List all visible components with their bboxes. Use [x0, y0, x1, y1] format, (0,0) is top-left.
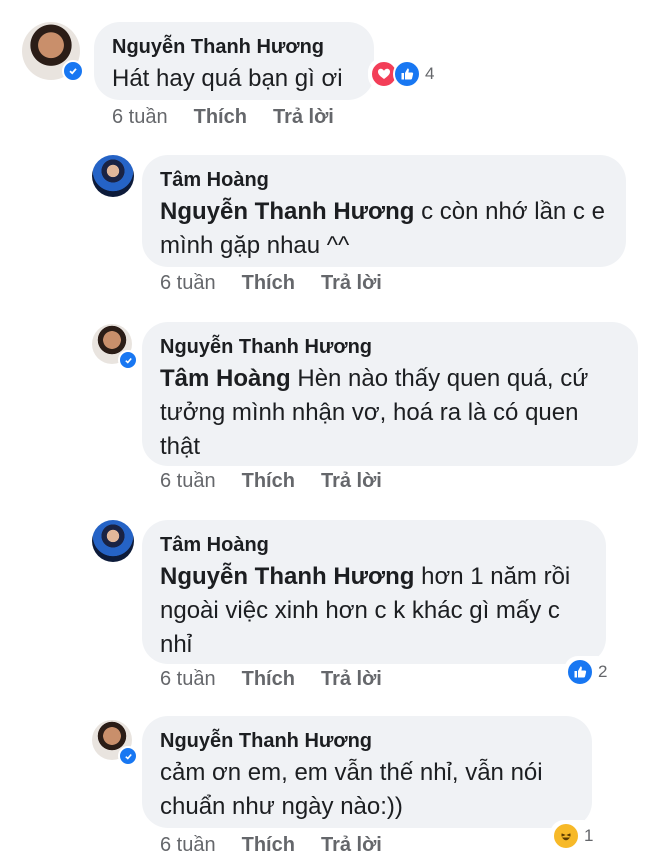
- haha-icon: [552, 822, 580, 850]
- comment-author[interactable]: Nguyễn Thanh Hương: [160, 728, 574, 754]
- comment-time[interactable]: 6 tuần: [160, 668, 216, 691]
- reaction-count: 1: [584, 826, 594, 845]
- comment-author[interactable]: Nguyễn Thanh Hương: [160, 334, 620, 360]
- reply-button[interactable]: Trả lời: [321, 668, 382, 691]
- avatar[interactable]: [92, 520, 134, 562]
- reaction-summary[interactable]: 4: [368, 58, 439, 90]
- avatar[interactable]: [92, 324, 138, 370]
- comment-time[interactable]: 6 tuần: [112, 106, 168, 129]
- verified-badge-icon: [118, 350, 138, 370]
- reaction-count: 2: [598, 662, 608, 681]
- comment-actions: 6 tuần Thích Trả lời: [160, 834, 408, 857]
- comment-bubble: Nguyễn Thanh Hương cảm ơn em, em vẫn thế…: [142, 716, 592, 828]
- comment-text: Nguyễn Thanh Hương hơn 1 năm rồi ngoài v…: [160, 563, 571, 658]
- reaction-summary[interactable]: 1: [550, 820, 598, 852]
- comment-actions: 6 tuần Thích Trả lời: [160, 272, 408, 295]
- comment-text: Tâm Hoàng Hèn nào thấy quen quá, cứ tưởn…: [160, 365, 589, 460]
- reaction-count: 4: [425, 64, 435, 83]
- like-button[interactable]: Thích: [242, 272, 295, 295]
- mention-link[interactable]: Nguyễn Thanh Hương: [160, 198, 414, 225]
- reply-button[interactable]: Trả lời: [273, 106, 334, 129]
- verified-badge-icon: [118, 746, 138, 766]
- comment-bubble: Tâm Hoàng Nguyễn Thanh Hương c còn nhớ l…: [142, 155, 626, 267]
- comment-actions: 6 tuần Thích Trả lời: [112, 106, 360, 129]
- reply-button[interactable]: Trả lời: [321, 470, 382, 493]
- avatar[interactable]: [92, 720, 138, 766]
- comment-text: Hát hay quá bạn gì ơi: [112, 65, 343, 92]
- reply-button[interactable]: Trả lời: [321, 834, 382, 857]
- verified-badge-icon: [62, 60, 84, 82]
- reply-button[interactable]: Trả lời: [321, 272, 382, 295]
- reply-comment: Nguyễn Thanh Hương Tâm Hoàng Hèn nào thấ…: [0, 318, 660, 508]
- comment-text: cảm ơn em, em vẫn thế nhỉ, vẫn nói chuẩn…: [160, 759, 543, 820]
- reaction-summary[interactable]: 2: [564, 656, 612, 688]
- like-button[interactable]: Thích: [242, 470, 295, 493]
- comment-author[interactable]: Tâm Hoàng: [160, 532, 588, 558]
- comment-time[interactable]: 6 tuần: [160, 272, 216, 295]
- comment-actions: 6 tuần Thích Trả lời: [160, 470, 408, 493]
- like-button[interactable]: Thích: [242, 668, 295, 691]
- reply-comment: Nguyễn Thanh Hương cảm ơn em, em vẫn thế…: [0, 712, 660, 867]
- comment-bubble: Tâm Hoàng Nguyễn Thanh Hương hơn 1 năm r…: [142, 520, 606, 664]
- avatar[interactable]: [22, 22, 84, 82]
- reply-comment: Tâm Hoàng Nguyễn Thanh Hương hơn 1 năm r…: [0, 516, 660, 706]
- mention-link[interactable]: Tâm Hoàng: [160, 365, 291, 392]
- comment-actions: 6 tuần Thích Trả lời: [160, 668, 408, 691]
- comment-bubble: Nguyễn Thanh Hương Hát hay quá bạn gì ơi: [94, 22, 374, 100]
- like-icon: [566, 658, 594, 686]
- like-button[interactable]: Thích: [242, 834, 295, 857]
- comment-author[interactable]: Tâm Hoàng: [160, 167, 608, 193]
- avatar[interactable]: [92, 155, 134, 197]
- mention-link[interactable]: Nguyễn Thanh Hương: [160, 563, 414, 590]
- comment-time[interactable]: 6 tuần: [160, 834, 216, 857]
- like-icon: [393, 60, 421, 88]
- comment: Nguyễn Thanh Hương Hát hay quá bạn gì ơi…: [0, 0, 660, 140]
- comment-text: Nguyễn Thanh Hương c còn nhớ lần c e mìn…: [160, 198, 605, 259]
- like-button[interactable]: Thích: [194, 106, 247, 129]
- reply-comment: Tâm Hoàng Nguyễn Thanh Hương c còn nhớ l…: [0, 150, 660, 310]
- comment-bubble: Nguyễn Thanh Hương Tâm Hoàng Hèn nào thấ…: [142, 322, 638, 466]
- comment-time[interactable]: 6 tuần: [160, 470, 216, 493]
- comment-author[interactable]: Nguyễn Thanh Hương: [112, 34, 356, 60]
